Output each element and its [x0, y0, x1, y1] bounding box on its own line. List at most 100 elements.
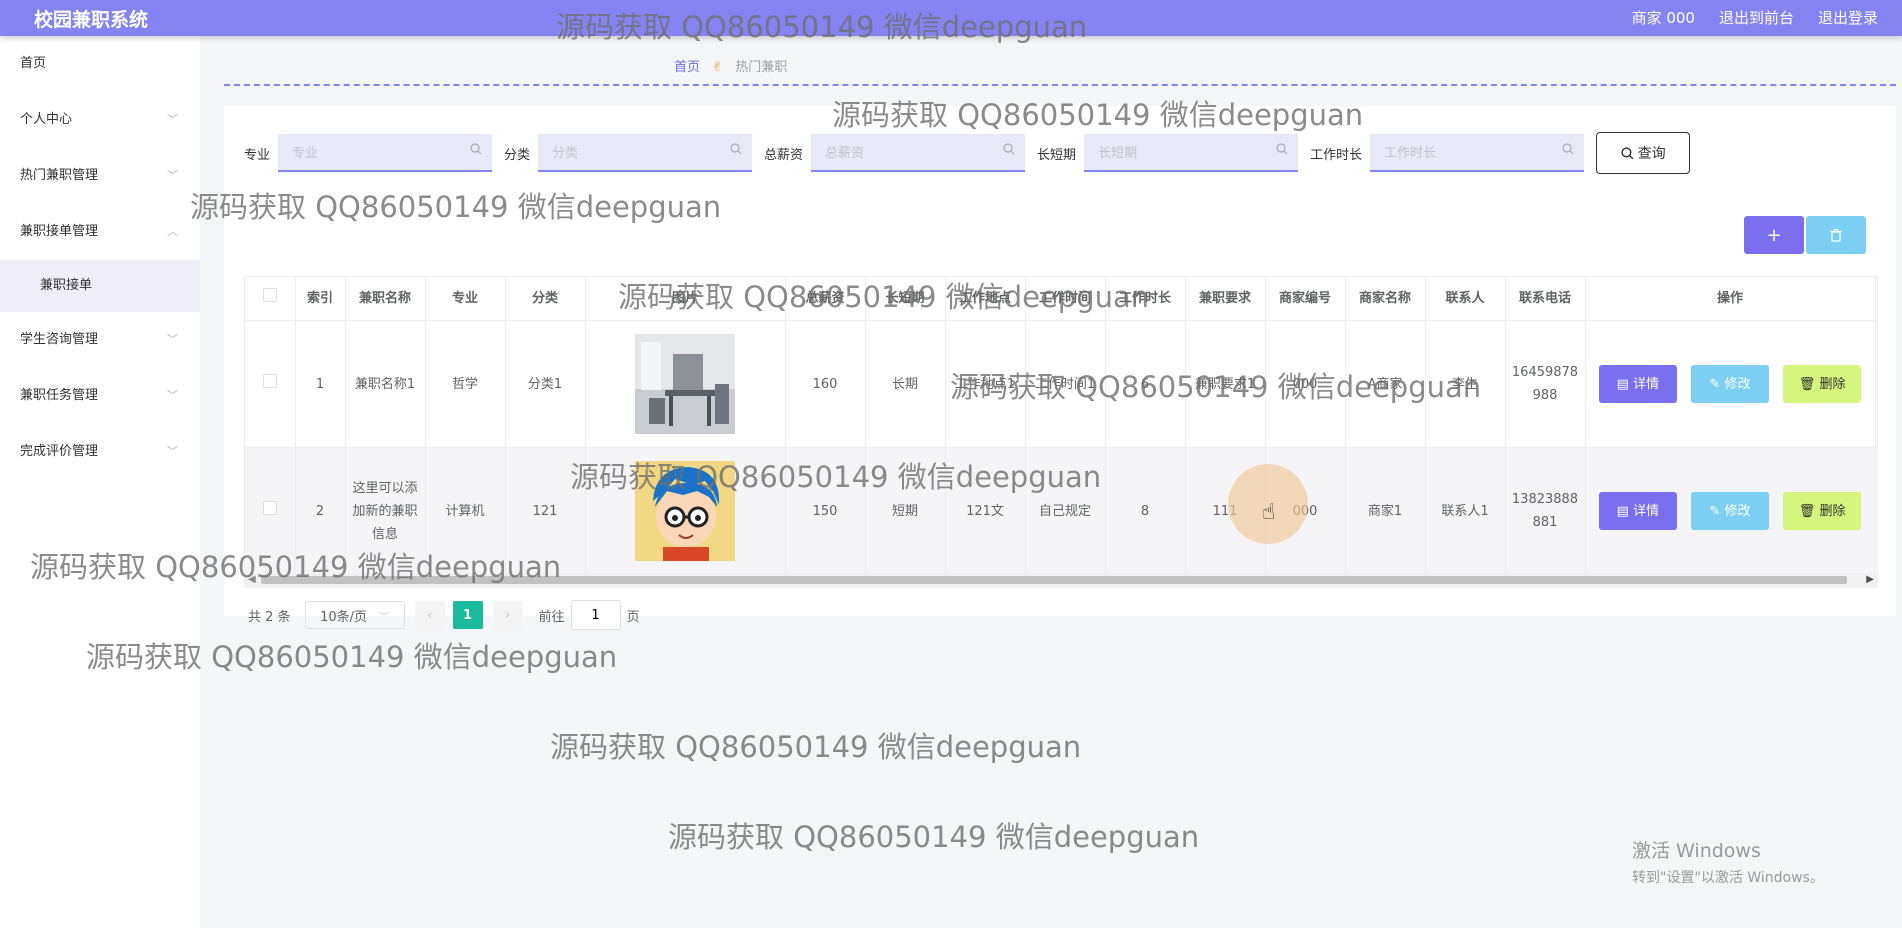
sidebar-item-hot-jobs[interactable]: 热门兼职管理 ﹀: [0, 148, 200, 204]
query-button[interactable]: 查询: [1596, 132, 1691, 174]
row-select: [245, 447, 296, 575]
delete-button[interactable]: 🗑 删除: [1783, 492, 1862, 530]
cell-actions: ▤ 详情 ✎ 修改 🗑 删除: [1585, 447, 1876, 575]
chevron-down-icon: ﹀: [167, 169, 178, 182]
sidebar-item-home[interactable]: 首页: [0, 36, 200, 92]
cell-name: 这里可以添加新的兼职信息: [345, 447, 426, 575]
column-header: 分类: [505, 277, 586, 321]
edit-label: 修改: [1724, 503, 1751, 519]
major-field: [278, 134, 493, 172]
chevron-up-icon: ︿: [167, 225, 178, 238]
chevron-left-icon: ‹: [426, 607, 433, 623]
column-header: 兼职要求: [1185, 277, 1266, 321]
merchant-user-link[interactable]: 商家 000: [1632, 7, 1695, 28]
sidebar-item-label: 个人中心: [20, 112, 73, 127]
edit-button[interactable]: ✎ 修改: [1691, 492, 1769, 530]
cell-image: [585, 447, 786, 575]
edit-button[interactable]: ✎ 修改: [1691, 365, 1769, 403]
search-icon: [470, 143, 482, 155]
divider: [224, 84, 1896, 86]
top-bar: 校园兼职系统 商家 000 退出到前台 退出登录: [0, 0, 1902, 36]
logout-link[interactable]: 退出登录: [1818, 7, 1878, 28]
select-all-checkbox[interactable]: [262, 288, 277, 302]
sidebar-item-reviews[interactable]: 完成评价管理 ﹀: [0, 424, 200, 480]
add-button[interactable]: +: [1744, 216, 1804, 254]
delete-button[interactable]: 🗑 删除: [1783, 365, 1862, 403]
scrollbar-thumb[interactable]: [261, 576, 1847, 584]
cell-contact: 李生: [1425, 320, 1506, 448]
prev-page-button[interactable]: ‹: [414, 601, 445, 629]
breadcrumb-home[interactable]: 首页: [674, 60, 700, 75]
page-size-value: 10条/页: [320, 609, 368, 625]
exit-to-front-link[interactable]: 退出到前台: [1719, 7, 1794, 28]
table-row: 2 这里可以添加新的兼职信息 计算机 121 150 短期 121文 自己规定 …: [245, 447, 1876, 575]
cell-image: [585, 320, 786, 448]
breadcrumb-current: 热门兼职: [735, 60, 788, 75]
term-input[interactable]: [1084, 134, 1271, 172]
cell-term: 短期: [865, 447, 946, 575]
hours-input[interactable]: [1370, 134, 1557, 172]
column-header: 图片: [585, 277, 786, 321]
sidebar: 首页 个人中心 ﹀ 热门兼职管理 ﹀ 兼职接单管理 ︿ 兼职接单 学生咨询管理 ﹀ 兼职…: [0, 36, 200, 928]
cell-merchant-name: A商家: [1345, 320, 1426, 448]
column-header: 操作: [1585, 277, 1876, 321]
scroll-right-icon[interactable]: ▶: [1866, 574, 1874, 585]
column-header: 联系人: [1425, 277, 1506, 321]
cell-phone: 16459878988: [1505, 320, 1586, 448]
detail-label: 详情: [1633, 376, 1660, 392]
row-checkbox[interactable]: [262, 500, 277, 515]
row-checkbox[interactable]: [262, 373, 277, 388]
detail-button[interactable]: ▤ 详情: [1598, 365, 1677, 403]
detail-button[interactable]: ▤ 详情: [1598, 492, 1677, 530]
page-size-select[interactable]: 10条/页 ﹀: [304, 601, 405, 629]
cell-salary: 150: [785, 447, 866, 575]
edit-label: 修改: [1724, 376, 1751, 392]
sidebar-item-orders[interactable]: 兼职接单: [0, 260, 200, 312]
column-header: 工作时间: [1025, 277, 1106, 321]
cell-name: 兼职名称1: [345, 320, 426, 448]
cell-term: 长期: [865, 320, 946, 448]
page-suffix: 页: [626, 609, 640, 625]
major-input[interactable]: [278, 134, 465, 172]
trash-icon: 🗑: [1798, 376, 1816, 392]
sidebar-item-label: 兼职接单: [40, 278, 93, 293]
delete-label: 删除: [1819, 376, 1846, 392]
column-header: 联系电话: [1505, 277, 1586, 321]
cell-hours: 6: [1105, 320, 1186, 448]
next-page-button[interactable]: ›: [492, 601, 523, 629]
sidebar-item-label: 兼职接单管理: [20, 224, 99, 239]
goto-page-input[interactable]: [570, 600, 621, 630]
column-header: 专业: [425, 277, 506, 321]
major-label: 专业: [244, 147, 271, 163]
category-input[interactable]: [538, 134, 725, 172]
horizontal-scrollbar[interactable]: ◀ ▶: [245, 573, 1877, 587]
top-links: 商家 000 退出到前台 退出登录: [1632, 7, 1878, 28]
cell-category: 121: [505, 447, 586, 575]
sidebar-item-consultation[interactable]: 学生咨询管理 ﹀: [0, 312, 200, 368]
hand-cursor-icon: ☝: [1262, 500, 1276, 525]
search-icon: [1003, 143, 1015, 155]
cell-location: 121文: [945, 447, 1026, 575]
chevron-down-icon: ﹀: [167, 333, 178, 346]
sidebar-item-tasks[interactable]: 兼职任务管理 ﹀: [0, 368, 200, 424]
term-field: [1084, 134, 1299, 172]
sidebar-item-order-management[interactable]: 兼职接单管理 ︿: [0, 204, 200, 260]
page-number-current[interactable]: 1: [452, 601, 483, 629]
batch-delete-button[interactable]: [1806, 216, 1866, 254]
column-header: 工作时长: [1105, 277, 1186, 321]
document-icon: ▤: [1616, 503, 1629, 519]
document-icon: ▤: [1616, 376, 1629, 392]
cell-contact: 联系人1: [1425, 447, 1506, 575]
data-table: 索引 兼职名称 专业 分类 图片 总薪资 长短期 工作地点 工作时间 工作时长 …: [244, 276, 1878, 588]
category-field: [538, 134, 753, 172]
scroll-left-icon[interactable]: ◀: [248, 574, 256, 585]
sidebar-item-personal-center[interactable]: 个人中心 ﹀: [0, 92, 200, 148]
hours-field: [1370, 134, 1585, 172]
select-all-header: [245, 277, 296, 321]
chevron-right-icon: ›: [504, 607, 511, 623]
trash-icon: [1830, 228, 1842, 242]
cell-salary: 160: [785, 320, 866, 448]
breadcrumb: 首页 ✌ 热门兼职: [674, 56, 787, 75]
salary-input[interactable]: [811, 134, 998, 172]
cell-phone: 13823888881: [1505, 447, 1586, 575]
